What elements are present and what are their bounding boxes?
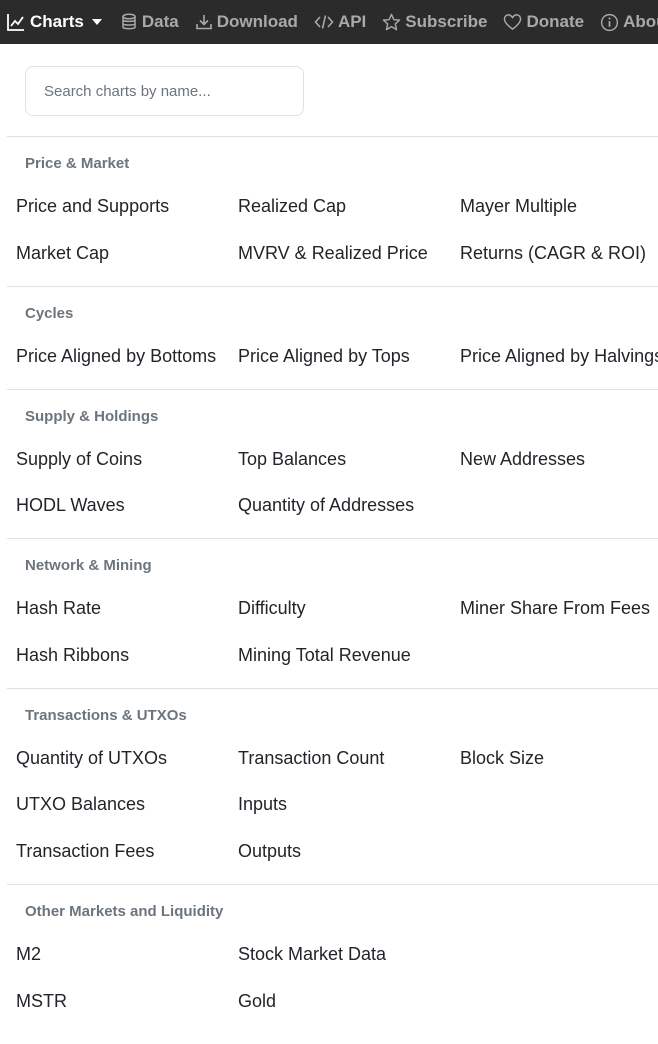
chart-link-mstr[interactable]: MSTR bbox=[16, 990, 67, 1012]
section-other-markets-liquidity: Other Markets and Liquidity M2 Stock Mar… bbox=[7, 884, 658, 1044]
chart-link-new-addresses[interactable]: New Addresses bbox=[460, 448, 585, 470]
chart-link-quantity-of-utxos[interactable]: Quantity of UTXOs bbox=[16, 747, 167, 769]
section-title: Network & Mining bbox=[25, 557, 152, 574]
nav-data[interactable]: Data bbox=[120, 12, 179, 32]
nav-api[interactable]: API bbox=[314, 12, 366, 32]
caret-down-icon bbox=[91, 19, 102, 25]
chart-link-mvrv-realized-price[interactable]: MVRV & Realized Price bbox=[238, 242, 428, 264]
section-title: Transactions & UTXOs bbox=[25, 707, 187, 724]
nav-subscribe-label: Subscribe bbox=[405, 12, 488, 31]
download-icon bbox=[195, 15, 212, 30]
chart-link-m2[interactable]: M2 bbox=[16, 943, 41, 965]
chart-link-quantity-of-addresses[interactable]: Quantity of Addresses bbox=[238, 494, 414, 516]
chart-link-price-and-supports[interactable]: Price and Supports bbox=[16, 195, 169, 217]
chart-search-input[interactable] bbox=[25, 66, 304, 116]
section-title: Other Markets and Liquidity bbox=[25, 903, 224, 920]
chart-link-mining-total-revenue[interactable]: Mining Total Revenue bbox=[238, 644, 411, 666]
charts-dropdown-menu: Price & Market Price and Supports Realiz… bbox=[0, 44, 658, 1044]
nav-about-label: About bbox=[623, 12, 658, 31]
section-network-mining: Network & Mining Hash Rate Difficulty Mi… bbox=[7, 538, 658, 689]
nav-subscribe[interactable]: Subscribe bbox=[382, 12, 487, 32]
nav-download[interactable]: Download bbox=[195, 12, 298, 32]
chart-link-inputs[interactable]: Inputs bbox=[238, 793, 287, 815]
chart-link-hodl-waves[interactable]: HODL Waves bbox=[16, 494, 125, 516]
chart-link-top-balances[interactable]: Top Balances bbox=[238, 448, 346, 470]
nav-download-label: Download bbox=[216, 12, 298, 31]
section-cycles: Cycles Price Aligned by Bottoms Price Al… bbox=[7, 286, 658, 390]
database-icon bbox=[122, 13, 136, 30]
chart-link-outputs[interactable]: Outputs bbox=[238, 840, 301, 862]
section-title: Cycles bbox=[25, 305, 74, 322]
chart-link-hash-ribbons[interactable]: Hash Ribbons bbox=[16, 644, 129, 666]
chart-link-mayer-multiple[interactable]: Mayer Multiple bbox=[460, 195, 577, 217]
chart-link-price-aligned-tops[interactable]: Price Aligned by Tops bbox=[238, 345, 410, 367]
info-icon bbox=[601, 13, 619, 31]
nav-donate-label: Donate bbox=[526, 12, 585, 31]
chart-link-block-size[interactable]: Block Size bbox=[460, 747, 544, 769]
chart-link-miner-share-from-fees[interactable]: Miner Share From Fees bbox=[460, 597, 650, 619]
nav-about[interactable]: About bbox=[600, 12, 658, 32]
section-price-market: Price & Market Price and Supports Realiz… bbox=[7, 136, 658, 287]
chart-link-returns-cagr-roi[interactable]: Returns (CAGR & ROI) bbox=[460, 242, 646, 264]
nav-donate[interactable]: Donate bbox=[503, 12, 584, 32]
chart-link-supply-of-coins[interactable]: Supply of Coins bbox=[16, 448, 142, 470]
section-transactions-utxos: Transactions & UTXOs Quantity of UTXOs T… bbox=[7, 688, 658, 885]
chart-link-market-cap[interactable]: Market Cap bbox=[16, 242, 109, 264]
chart-link-transaction-fees[interactable]: Transaction Fees bbox=[16, 840, 154, 862]
chart-link-utxo-balances[interactable]: UTXO Balances bbox=[16, 793, 145, 815]
nav-api-label: API bbox=[337, 12, 367, 31]
chart-link-realized-cap[interactable]: Realized Cap bbox=[238, 195, 346, 217]
chart-link-stock-market-data[interactable]: Stock Market Data bbox=[238, 943, 386, 965]
chart-link-transaction-count[interactable]: Transaction Count bbox=[238, 747, 384, 769]
chart-line-icon bbox=[7, 14, 24, 31]
nav-charts-dropdown[interactable]: Charts bbox=[6, 12, 102, 32]
star-icon bbox=[382, 13, 401, 30]
chart-link-difficulty[interactable]: Difficulty bbox=[238, 597, 306, 619]
chart-link-gold[interactable]: Gold bbox=[238, 990, 276, 1012]
top-navbar: Charts Data Download API Subscribe Donat… bbox=[0, 0, 658, 44]
heart-icon bbox=[504, 14, 522, 31]
section-title: Price & Market bbox=[25, 155, 130, 172]
chart-link-price-aligned-bottoms[interactable]: Price Aligned by Bottoms bbox=[16, 345, 216, 367]
chart-link-price-aligned-halvings[interactable]: Price Aligned by Halvings bbox=[460, 345, 658, 367]
nav-charts-label: Charts bbox=[30, 12, 84, 31]
section-supply-holdings: Supply & Holdings Supply of Coins Top Ba… bbox=[7, 389, 658, 539]
chart-link-hash-rate[interactable]: Hash Rate bbox=[16, 597, 101, 619]
code-icon bbox=[314, 15, 334, 29]
nav-data-label: Data bbox=[141, 12, 179, 31]
section-title: Supply & Holdings bbox=[25, 408, 159, 425]
